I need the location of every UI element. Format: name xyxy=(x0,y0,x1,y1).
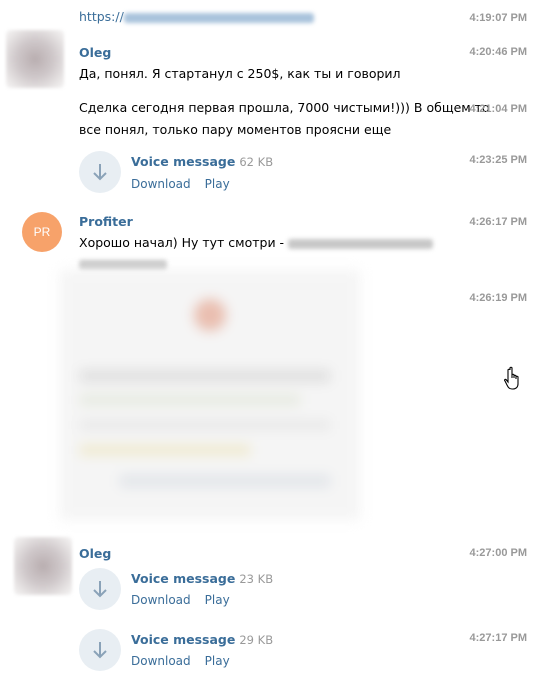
message-time: 4:26:17 PM xyxy=(469,216,527,228)
voice-title-text: Voice message xyxy=(131,154,236,169)
sender-name[interactable]: Profiter xyxy=(79,214,133,229)
message-text: Да, понял. Я стартанул с 250$, как ты и … xyxy=(79,66,401,81)
download-link[interactable]: Download xyxy=(131,654,191,668)
play-link[interactable]: Play xyxy=(205,177,230,191)
voice-download-button[interactable] xyxy=(79,151,121,193)
message-time: 4:21:04 PM xyxy=(469,103,527,115)
sender-name[interactable]: Oleg xyxy=(79,45,111,60)
voice-title-text: Voice message xyxy=(131,632,236,647)
voice-size: 62 KB xyxy=(239,155,274,169)
message-text: Сделка сегодня первая прошла, 7000 чисты… xyxy=(79,97,490,141)
download-arrow-icon xyxy=(93,642,107,659)
message-text: Хорошо начал) Ну тут смотри - xyxy=(79,232,434,254)
hand-pointer-icon xyxy=(504,366,519,390)
avatar[interactable] xyxy=(6,30,64,88)
voice-actions: Download Play xyxy=(131,593,244,607)
voice-download-button[interactable] xyxy=(79,568,121,610)
blurred-text xyxy=(288,238,434,249)
avatar[interactable] xyxy=(14,537,72,595)
message-time: 4:20:46 PM xyxy=(469,46,527,58)
message-time: 4:23:25 PM xyxy=(469,154,527,166)
voice-message-title: Voice message 29 KB xyxy=(131,632,273,647)
blurred-link xyxy=(123,12,314,23)
message-time: 4:26:19 PM xyxy=(469,292,527,304)
voice-size: 29 KB xyxy=(239,633,274,647)
sender-name[interactable]: Oleg xyxy=(79,546,111,561)
voice-actions: Download Play xyxy=(131,654,244,668)
play-link[interactable]: Play xyxy=(205,654,230,668)
voice-download-button[interactable] xyxy=(79,629,121,671)
link-prefix[interactable]: https:// xyxy=(79,9,124,24)
message-line: все понял, только пару моментов проясни … xyxy=(79,122,392,137)
voice-size: 23 KB xyxy=(239,572,274,586)
download-arrow-icon xyxy=(93,581,107,598)
blurred-text-line xyxy=(79,256,167,271)
download-link[interactable]: Download xyxy=(131,177,191,191)
voice-message-title: Voice message 62 KB xyxy=(131,154,273,169)
message-time: 4:19:07 PM xyxy=(469,12,527,24)
message-line: Сделка сегодня первая прошла, 7000 чисты… xyxy=(79,100,490,115)
play-link[interactable]: Play xyxy=(205,593,230,607)
message-time: 4:27:17 PM xyxy=(469,632,527,644)
link-message[interactable]: https:// xyxy=(79,6,314,28)
message-time: 4:27:00 PM xyxy=(469,547,527,559)
voice-actions: Download Play xyxy=(131,177,244,191)
download-arrow-icon xyxy=(93,164,107,181)
voice-title-text: Voice message xyxy=(131,571,236,586)
blurred-image[interactable] xyxy=(60,270,360,520)
download-link[interactable]: Download xyxy=(131,593,191,607)
voice-message-title: Voice message 23 KB xyxy=(131,571,273,586)
avatar[interactable]: PR xyxy=(22,212,62,252)
message-text-visible: Хорошо начал) Ну тут смотри - xyxy=(79,235,289,250)
